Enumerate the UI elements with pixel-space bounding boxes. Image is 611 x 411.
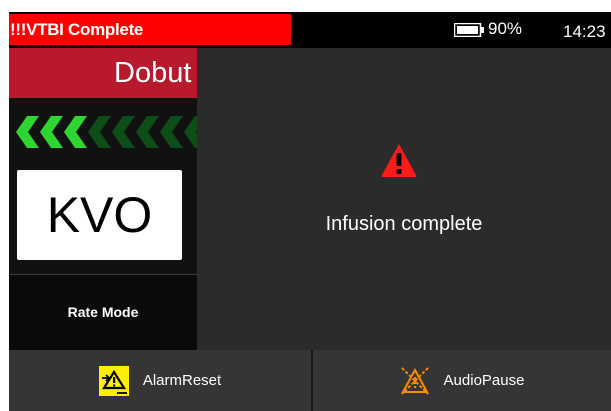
- chevron-inactive-5: [184, 116, 197, 148]
- chevron-inactive-3: [136, 116, 159, 148]
- chevron-inactive-2: [112, 116, 135, 148]
- chevron-inactive-4: [160, 116, 183, 148]
- alarm-message-text: Infusion complete: [325, 213, 483, 235]
- drug-name: Dobut: [114, 57, 192, 89]
- battery-percent: 90%: [488, 19, 523, 38]
- pump-screen: !!!VTBI Complete 90% 14:23 Dobut KVO Rat…: [9, 12, 611, 411]
- softkey-bar: AlarmReset AudioPause: [9, 350, 611, 411]
- clock: 14:23: [563, 22, 606, 41]
- channel-panel[interactable]: Dobut KVO Rate Mode: [9, 48, 197, 350]
- alarm-reset-button[interactable]: AlarmReset: [9, 350, 311, 411]
- status-bar: !!!VTBI Complete 90% 14:23: [9, 12, 611, 48]
- chevron-active-1: [16, 116, 39, 148]
- drug-name-header[interactable]: Dobut: [9, 48, 197, 98]
- rate-mode-button[interactable]: Rate Mode: [9, 275, 197, 350]
- alarm-banner[interactable]: !!!VTBI Complete: [9, 14, 291, 45]
- chevron-inactive-1: [88, 116, 111, 148]
- chevron-active-3: [64, 116, 87, 148]
- chevron-active-2: [40, 116, 63, 148]
- warning-icon: [381, 144, 417, 177]
- alarm-reset-icon: [98, 365, 129, 396]
- infusion-progress-chevrons: [16, 116, 197, 148]
- alarm-message-area: Infusion complete: [197, 48, 611, 350]
- audio-pause-label: AudioPause: [443, 372, 525, 389]
- battery-icon: [454, 23, 484, 37]
- audio-pause-button[interactable]: AudioPause: [313, 350, 611, 411]
- audio-pause-icon: [400, 366, 429, 395]
- rate-mode-label: Rate Mode: [67, 304, 139, 320]
- alarm-reset-label: AlarmReset: [142, 372, 222, 389]
- rate-display[interactable]: KVO: [17, 170, 182, 260]
